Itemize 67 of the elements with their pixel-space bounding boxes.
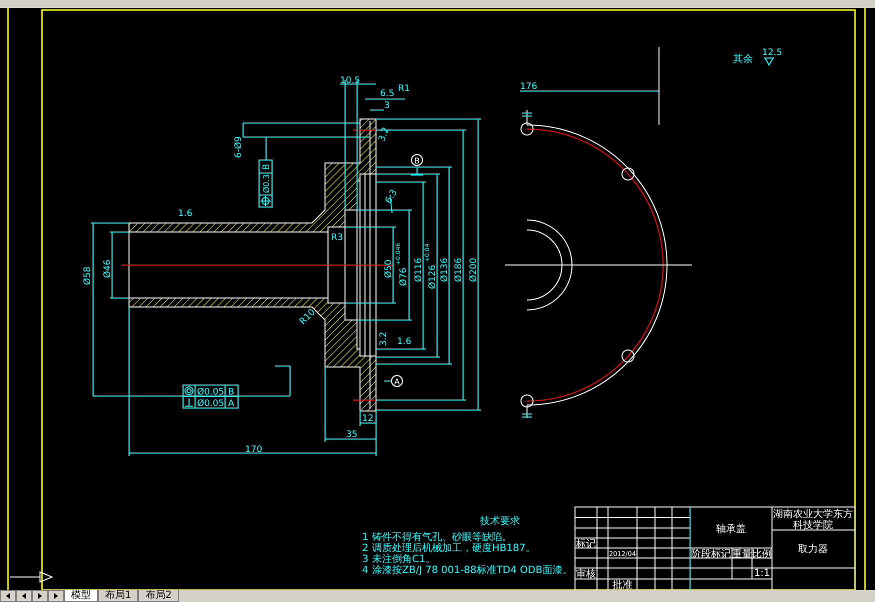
datum-circle [411, 154, 423, 166]
scrollbar[interactable] [0, 0, 875, 8]
tolerance-text: Ø0.05 [197, 399, 224, 409]
roughness-symbol-icon [764, 58, 774, 66]
note-number: 1 [362, 532, 368, 543]
layout-tab[interactable]: 模型 [64, 590, 98, 602]
dimension-text: Ø58 [83, 266, 93, 285]
part-name: 轴承盖 [716, 524, 746, 535]
datum-text: A [394, 378, 400, 386]
tab-scroll-button[interactable] [0, 590, 16, 602]
dimension-text: Ø76 [399, 267, 409, 286]
note-number: 4 [362, 565, 368, 576]
roughness-value: 12.5 [762, 48, 782, 58]
note-number: 2 [362, 543, 368, 554]
tab-scroll-button[interactable] [16, 590, 32, 602]
dimension-text: Ø136 [440, 258, 450, 282]
dimension-text: Ø116 [414, 258, 424, 282]
concentricity-symbol-icon [184, 386, 194, 396]
ucs-axis-icon [10, 571, 54, 583]
note-number: 3 [362, 554, 368, 565]
layout-tab[interactable]: 布局2 [138, 590, 179, 602]
dimension-text: Ø46 [103, 259, 113, 278]
tab-scroll-button[interactable] [48, 590, 64, 602]
datum-circle [391, 375, 403, 387]
school-name: 湖南农业大学东方科技学院 [773, 509, 853, 531]
datum-text: B [228, 388, 234, 398]
dimension-text: Ø50 [384, 259, 394, 278]
dimension-text: 6.5 [380, 89, 394, 99]
tolerance-frame [258, 160, 272, 208]
note-text: 调质处理后机械加工，硬度HB187。 [372, 543, 536, 554]
dimension-text: R1 [398, 84, 410, 94]
tab-scroll-button[interactable] [32, 590, 48, 602]
dimension-text: 3 [384, 101, 390, 111]
dimension-text: Ø186 [454, 258, 464, 282]
dimension-text: 6.3 [384, 188, 400, 206]
note-text: 铸件不得有气孔、砂眼等缺陷。 [372, 532, 512, 543]
dimension-text: 12 [362, 414, 374, 424]
dimension-text: 176 [520, 82, 538, 92]
dimension-text: 35 [346, 430, 358, 440]
position-symbol-icon [260, 196, 271, 206]
dimension-text: R3 [331, 233, 343, 243]
dimension-text: 10.5 [340, 76, 360, 86]
note-text: 未注倒角C1。 [372, 554, 436, 565]
weight-label: 重量 [732, 549, 752, 560]
dimension-text: 170 [245, 445, 262, 455]
datum-text: A [228, 399, 234, 409]
datum-text: B [414, 156, 420, 166]
tolerance-frame [182, 384, 238, 397]
roughness-label: 其余 [733, 54, 753, 65]
datum-text: B [262, 164, 272, 170]
note-text: 涂漆按ZB/J 78 001-88标准TD4 ODB面漆。 [372, 565, 572, 576]
dimension-text: Ø200 [469, 258, 479, 282]
notes-title: 技术要求 [480, 516, 520, 527]
approve-label: 批准 [612, 580, 632, 590]
dimension-text: 1.6 [397, 337, 412, 347]
review-label: 审核 [576, 569, 596, 580]
scale-value: 1:1 [754, 568, 770, 579]
layout-tab[interactable]: 布局1 [98, 590, 138, 602]
dimension-text: 6-Ø9 [234, 136, 244, 158]
dimension-text: 3.2 [379, 332, 389, 346]
assembly-name: 取力器 [798, 544, 828, 555]
tolerance-frame [182, 396, 238, 408]
dimension-text: 1.6 [178, 209, 192, 219]
dimension-text: Ø126 [428, 264, 438, 289]
tolerance-text: Ø0.3 [262, 174, 271, 193]
perpendicularity-symbol-icon [184, 398, 194, 407]
tolerance-text: Ø0.05 [197, 388, 224, 398]
